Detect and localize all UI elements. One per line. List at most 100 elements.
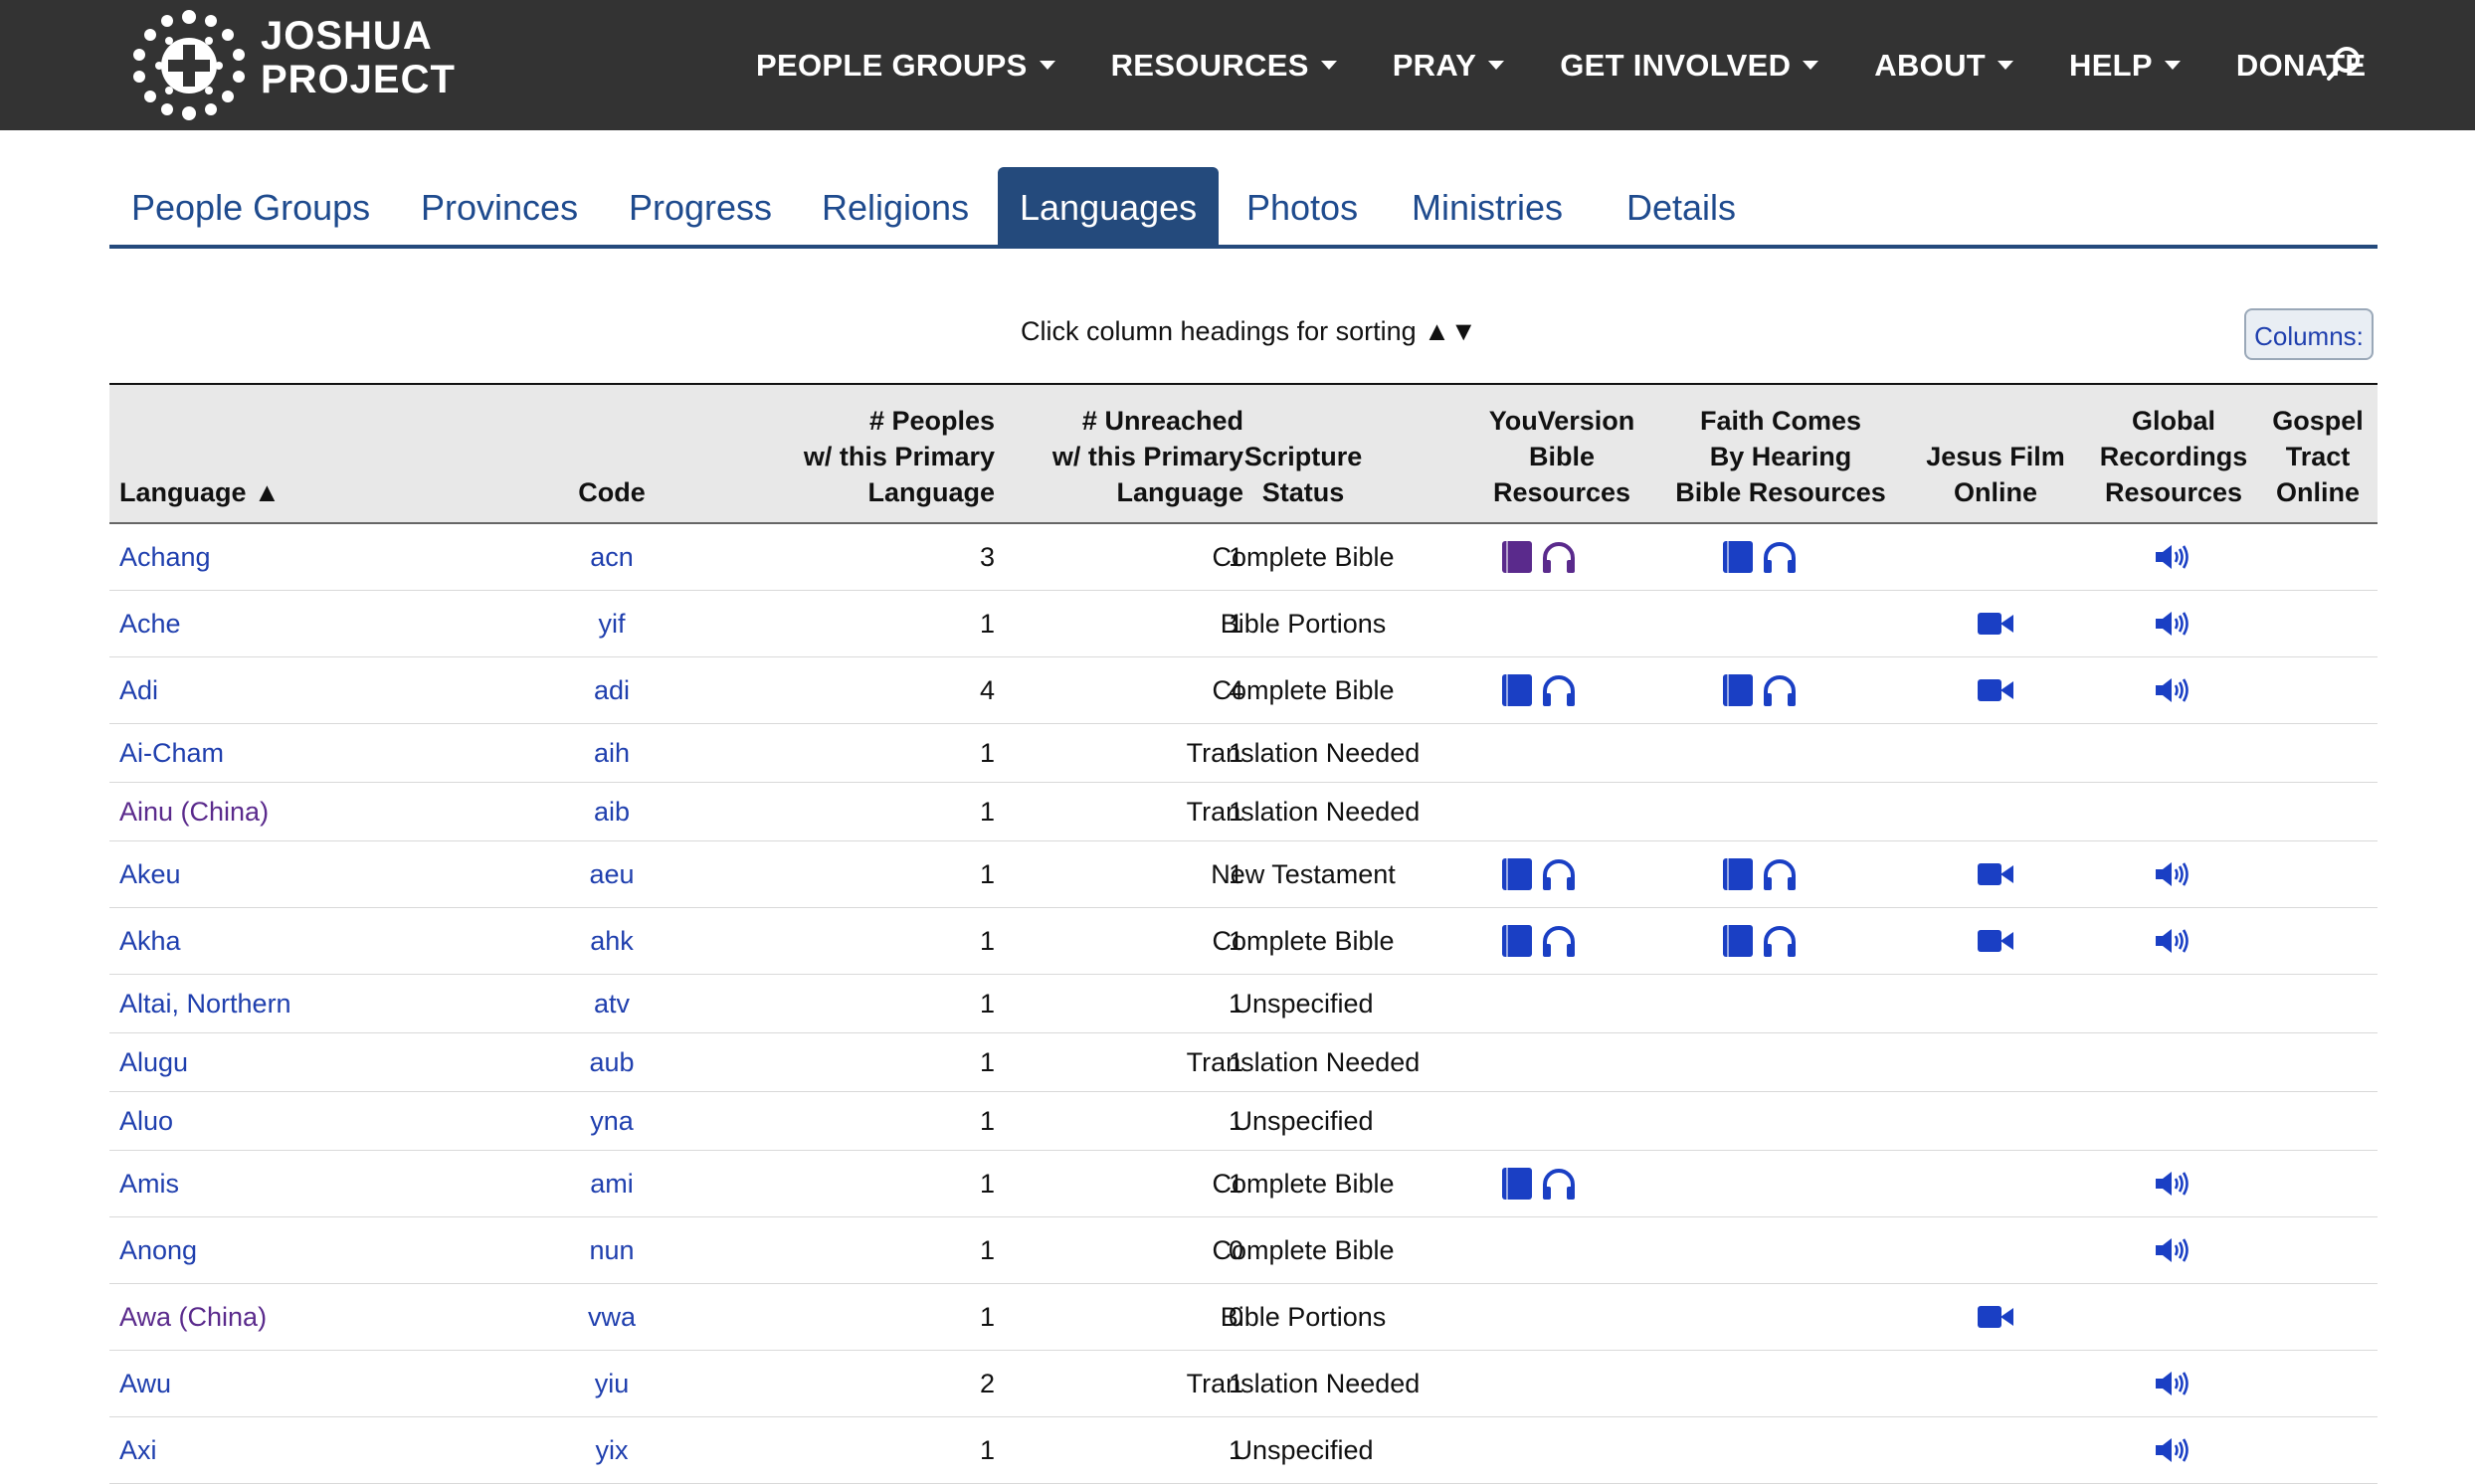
search-icon[interactable] [2324,44,2364,84]
language-link[interactable]: Ache [119,609,181,640]
jesus-film-link [1966,908,2025,974]
language-code-link[interactable]: nun [547,1217,676,1283]
language-code-link[interactable]: yix [547,1417,676,1483]
speaker-icon[interactable] [2154,926,2191,956]
video-camera-icon[interactable] [1977,928,2014,954]
language-cell: Adi [119,657,158,723]
headphones-icon[interactable] [1761,923,1799,959]
col-global-recordings[interactable]: Global Recordings Resources [2089,403,2258,510]
bible-book-icon[interactable] [1721,539,1755,575]
language-code-link[interactable]: yiu [547,1351,676,1416]
language-link[interactable]: Ainu (China) [119,797,269,828]
language-link[interactable]: Amis [119,1169,179,1200]
col-code[interactable]: Code [547,474,676,510]
bible-book-icon[interactable] [1721,672,1755,708]
brand-wordmark[interactable]: JOSHUA PROJECT [261,14,456,101]
speaker-icon[interactable] [2154,859,2191,889]
language-code-link[interactable]: ami [547,1151,676,1216]
language-cell: Ache [119,591,181,656]
tab-religions[interactable]: Religions [822,167,969,245]
bible-book-icon[interactable] [1500,1166,1534,1202]
col-youversion[interactable]: YouVersion Bible Resources [1462,403,1661,510]
nav-about[interactable]: ABOUT [1874,48,2014,84]
language-link[interactable]: Akeu [119,859,181,890]
language-link[interactable]: Alugu [119,1047,188,1078]
col-jesus-film[interactable]: Jesus Film Online [1906,439,2085,510]
jesus-film-link [1966,657,2025,723]
tab-progress[interactable]: Progress [629,167,772,245]
nav-get-involved[interactable]: GET INVOLVED [1560,48,1819,84]
headphones-icon[interactable] [1761,539,1799,575]
headphones-icon[interactable] [1540,672,1578,708]
joshua-project-logo[interactable] [127,5,251,124]
nav-pray[interactable]: PRAY [1393,48,1505,84]
language-code-link[interactable]: yna [547,1092,676,1150]
bible-book-icon[interactable] [1500,539,1534,575]
brand-line2: PROJECT [261,58,456,101]
col-peoples[interactable]: # Peoples w/ this Primary Language [804,403,995,510]
headphones-icon[interactable] [1761,672,1799,708]
columns-button[interactable]: Columns: [2244,308,2374,360]
bible-book-icon[interactable] [1721,856,1755,892]
peoples-count: 1 [979,737,995,768]
language-link[interactable]: Anong [119,1235,197,1266]
speaker-icon[interactable] [2154,1369,2191,1398]
bible-book-icon[interactable] [1721,923,1755,959]
language-code-link[interactable]: ahk [547,908,676,974]
language-code-link[interactable]: adi [547,657,676,723]
col-language[interactable]: Language ▲ [119,474,281,510]
language-link[interactable]: Achang [119,542,211,573]
speaker-icon[interactable] [2154,675,2191,705]
language-code-link[interactable]: yif [547,591,676,656]
scripture-status: Unspecified [1233,1105,1374,1136]
global-recordings-link [2143,1351,2202,1416]
tab-ministries[interactable]: Ministries [1412,167,1563,245]
video-camera-icon[interactable] [1977,677,2014,703]
tab-photos[interactable]: Photos [1246,167,1358,245]
language-link[interactable]: Aluo [119,1106,173,1137]
language-code-link[interactable]: aib [547,783,676,840]
language-code-link[interactable]: aih [547,724,676,782]
video-camera-icon[interactable] [1977,861,2014,887]
headphones-icon[interactable] [1540,923,1578,959]
speaker-icon[interactable] [2154,1169,2191,1199]
speaker-icon[interactable] [2154,1235,2191,1265]
language-code-link[interactable]: atv [547,975,676,1032]
bible-book-icon[interactable] [1500,923,1534,959]
nav-people-groups[interactable]: PEOPLE GROUPS [756,48,1055,84]
headphones-icon[interactable] [1540,856,1578,892]
language-link[interactable]: Awu [119,1369,171,1399]
speaker-icon[interactable] [2154,1435,2191,1465]
video-camera-icon[interactable] [1977,611,2014,637]
tab-languages[interactable]: Languages [998,167,1220,245]
headphones-icon[interactable] [1540,1166,1578,1202]
language-link[interactable]: Akha [119,926,181,957]
peoples-count: 1 [979,796,995,827]
headphones-icon[interactable] [1540,539,1578,575]
section-tabs: People Groups Provinces Progress Religions L… [109,167,2378,249]
speaker-icon[interactable] [2154,542,2191,572]
language-link[interactable]: Altai, Northern [119,989,291,1020]
language-link[interactable]: Adi [119,675,158,706]
speaker-icon[interactable] [2154,609,2191,639]
nav-help[interactable]: HELP [2069,48,2181,84]
tab-people-groups[interactable]: People Groups [131,167,370,245]
bible-book-icon[interactable] [1500,672,1534,708]
language-code-link[interactable]: aeu [547,841,676,907]
language-link[interactable]: Awa (China) [119,1302,267,1333]
language-link[interactable]: Ai-Cham [119,738,224,769]
headphones-icon[interactable] [1761,856,1799,892]
nav-resources[interactable]: RESOURCES [1111,48,1337,84]
col-fch[interactable]: Faith Comes By Hearing Bible Resources [1661,403,1900,510]
col-gospel-tract[interactable]: Gospel Tract Online [2258,403,2378,510]
tab-details[interactable]: Details [1626,167,1736,245]
bible-book-icon[interactable] [1500,856,1534,892]
language-code-link[interactable]: acn [547,524,676,590]
language-code-link[interactable]: vwa [547,1284,676,1350]
col-scripture[interactable]: Scripture Status [1154,439,1452,510]
language-code-link[interactable]: aub [547,1033,676,1091]
language-link[interactable]: Axi [119,1435,157,1466]
tab-provinces[interactable]: Provinces [421,167,578,245]
video-camera-icon[interactable] [1977,1304,2014,1330]
global-recordings-link [2143,591,2202,656]
